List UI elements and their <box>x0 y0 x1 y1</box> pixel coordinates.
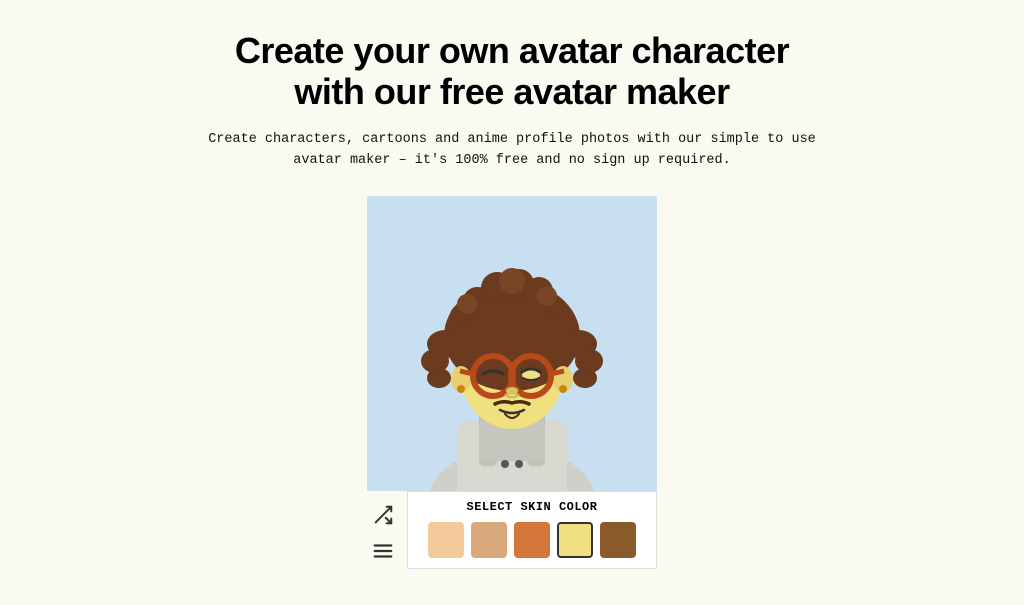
avatar-canvas <box>367 196 657 491</box>
skin-swatch-skin-5[interactable] <box>600 522 636 558</box>
menu-button[interactable] <box>367 535 399 567</box>
skin-swatch-skin-1[interactable] <box>428 522 464 558</box>
skin-swatch-skin-4[interactable] <box>557 522 593 558</box>
icon-buttons-group <box>367 491 407 575</box>
skin-swatch-skin-3[interactable] <box>514 522 550 558</box>
shuffle-button[interactable] <box>367 499 399 531</box>
skin-color-panel: SELECT SKIN COLOR <box>407 491 657 569</box>
controls-row: SELECT SKIN COLOR <box>367 491 657 575</box>
skin-color-swatches <box>420 522 644 558</box>
skin-swatch-skin-2[interactable] <box>471 522 507 558</box>
skin-color-label: SELECT SKIN COLOR <box>420 500 644 514</box>
avatar-section: SELECT SKIN COLOR <box>367 196 657 575</box>
page-subtitle: Create characters, cartoons and anime pr… <box>187 129 837 172</box>
page-title: Create your own avatar character with ou… <box>235 30 789 113</box>
